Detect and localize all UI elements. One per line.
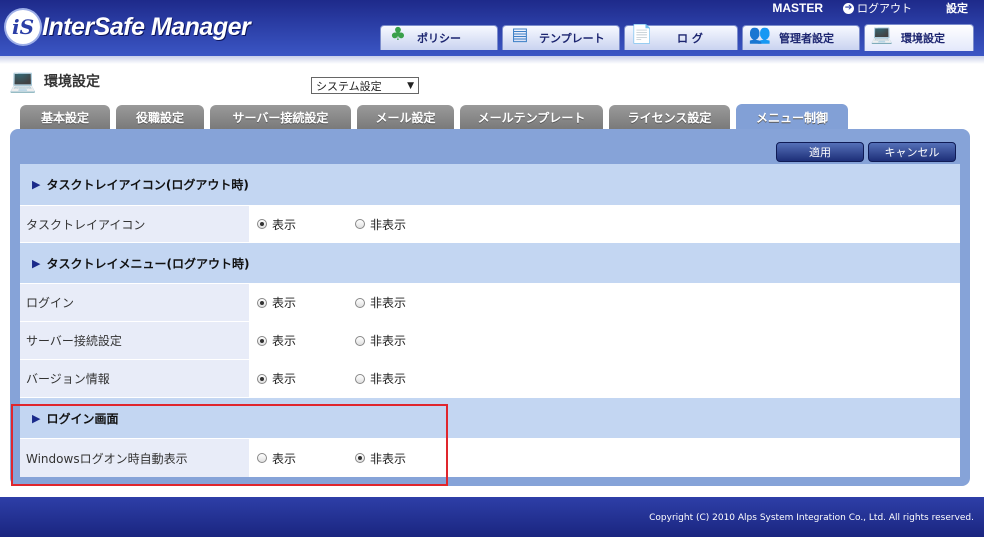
tab-server-connection[interactable]: サーバー接続設定	[210, 105, 351, 129]
copyright-text: Copyright (C) 2010 Alps System Integrati…	[649, 513, 974, 523]
page-title: 環境設定	[44, 74, 100, 90]
dropdown-arrow-icon: ▼	[407, 80, 414, 91]
nav-tab-log[interactable]: 📄 ロ グ	[624, 23, 738, 50]
radio-selected-icon	[257, 297, 267, 308]
section-title: タスクトレイメニュー(ログアウト時)	[46, 256, 250, 271]
radio-show[interactable]: 表示	[257, 370, 296, 387]
radio-selected-icon	[257, 219, 267, 229]
footer: Copyright (C) 2010 Alps System Integrati…	[0, 497, 984, 537]
radio-label: 非表示	[370, 372, 407, 386]
setting-value: 表示 非表示	[249, 360, 960, 397]
radio-show[interactable]: 表示	[257, 294, 296, 311]
radio-show[interactable]: 表示	[257, 332, 296, 349]
tab-role-settings[interactable]: 役職設定	[116, 105, 204, 129]
radio-label: 非表示	[370, 334, 407, 348]
user-name: MASTER	[772, 1, 823, 15]
setting-row: タスクトレイアイコン 表示 非表示	[20, 206, 960, 242]
admin-icon: 👥	[748, 23, 772, 45]
setting-row: バージョン情報 表示 非表示	[20, 360, 960, 397]
radio-unselected-icon	[355, 335, 366, 346]
nav-tab-policy[interactable]: ♣ ポリシー	[380, 23, 498, 50]
tab-license-settings[interactable]: ライセンス設定	[609, 105, 730, 129]
radio-unselected-icon	[355, 219, 366, 229]
section-title: タスクトレイアイコン(ログアウト時)	[46, 178, 249, 192]
nav-tab-template[interactable]: ▤ テンプレート	[502, 23, 620, 50]
page-header: 💻 環境設定	[6, 64, 100, 98]
radio-label: 非表示	[370, 296, 407, 310]
tab-menu-control[interactable]: メニュー制御	[736, 104, 848, 130]
section-header: ▶ タスクトレイメニュー(ログアウト時)	[20, 243, 960, 283]
environment-icon: 💻	[870, 23, 894, 45]
triangle-right-icon: ▶	[32, 178, 41, 191]
nav-tab-label: ロ グ	[677, 32, 703, 45]
nav-tab-label: ポリシー	[417, 32, 461, 45]
radio-unselected-icon	[355, 373, 366, 384]
radio-unselected-icon	[355, 297, 366, 308]
logout-arrow-icon: ➔	[843, 2, 854, 14]
action-buttons: 適用 キャンセル	[772, 142, 956, 162]
radio-hide[interactable]: 非表示	[355, 216, 406, 233]
nav-tab-environment[interactable]: 💻 環境設定	[864, 24, 974, 51]
radio-hide[interactable]: 非表示	[355, 332, 406, 349]
setting-label: ログイン	[20, 284, 249, 321]
logout-label: ログアウト	[857, 2, 912, 15]
template-icon: ▤	[511, 23, 529, 45]
logo-text: InterSafe Manager	[42, 12, 251, 41]
settings-tabs: 基本設定 役職設定 サーバー接続設定 メール設定 メールテンプレート ライセンス…	[20, 104, 854, 130]
radio-hide[interactable]: 非表示	[355, 370, 406, 387]
section-header: ▶ タスクトレイアイコン(ログアウト時)	[20, 164, 960, 205]
top-right-bar: MASTER ➔ ログアウト 設定	[772, 0, 984, 16]
settings-link[interactable]: 設定	[946, 0, 968, 16]
radio-selected-icon	[257, 335, 267, 346]
header-shadow	[0, 56, 984, 64]
environment-settings-icon: 💻	[9, 68, 37, 94]
logo-mark: iS	[6, 10, 40, 44]
nav-tab-label: 環境設定	[901, 32, 945, 45]
radio-label: 表示	[272, 217, 297, 232]
apply-button[interactable]: 適用	[776, 142, 864, 162]
setting-value: 表示 非表示	[249, 206, 960, 242]
main-nav: ♣ ポリシー ▤ テンプレート 📄 ロ グ 👥 管理者設定 💻 環境設定	[376, 23, 974, 51]
radio-selected-icon	[257, 373, 267, 384]
triangle-right-icon: ▶	[32, 256, 41, 270]
setting-row: サーバー接続設定 表示 非表示	[20, 322, 960, 359]
radio-label: 表示	[272, 296, 297, 310]
setting-value: 表示 非表示	[249, 322, 960, 359]
tab-mail-settings[interactable]: メール設定	[357, 105, 454, 129]
app-logo[interactable]: iS InterSafe Manager	[6, 10, 251, 44]
radio-label: 表示	[272, 372, 297, 386]
cancel-button[interactable]: キャンセル	[868, 142, 956, 162]
tab-basic-settings[interactable]: 基本設定	[20, 105, 110, 129]
app-header: iS InterSafe Manager MASTER ➔ ログアウト 設定 ♣…	[0, 0, 984, 56]
nav-tab-label: テンプレート	[539, 32, 605, 45]
radio-hide[interactable]: 非表示	[355, 294, 406, 311]
setting-row: ログイン 表示 非表示	[20, 284, 960, 321]
setting-label: バージョン情報	[20, 360, 249, 397]
setting-value: 表示 非表示	[249, 284, 960, 321]
setting-label: タスクトレイアイコン	[20, 206, 249, 242]
radio-label: 表示	[272, 334, 297, 348]
radio-show[interactable]: 表示	[257, 216, 296, 233]
highlight-box	[11, 404, 448, 486]
settings-category-select[interactable]: システム設定 ▼	[311, 77, 419, 94]
radio-label: 非表示	[370, 217, 407, 232]
clover-icon: ♣	[389, 23, 407, 45]
nav-tab-admin[interactable]: 👥 管理者設定	[742, 23, 860, 50]
log-icon: 📄	[630, 23, 654, 45]
nav-tab-label: 管理者設定	[779, 32, 834, 45]
setting-label: サーバー接続設定	[20, 322, 249, 359]
tab-mail-template[interactable]: メールテンプレート	[460, 105, 603, 129]
logout-link[interactable]: ➔ ログアウト	[843, 0, 912, 16]
select-value: システム設定	[316, 79, 382, 93]
